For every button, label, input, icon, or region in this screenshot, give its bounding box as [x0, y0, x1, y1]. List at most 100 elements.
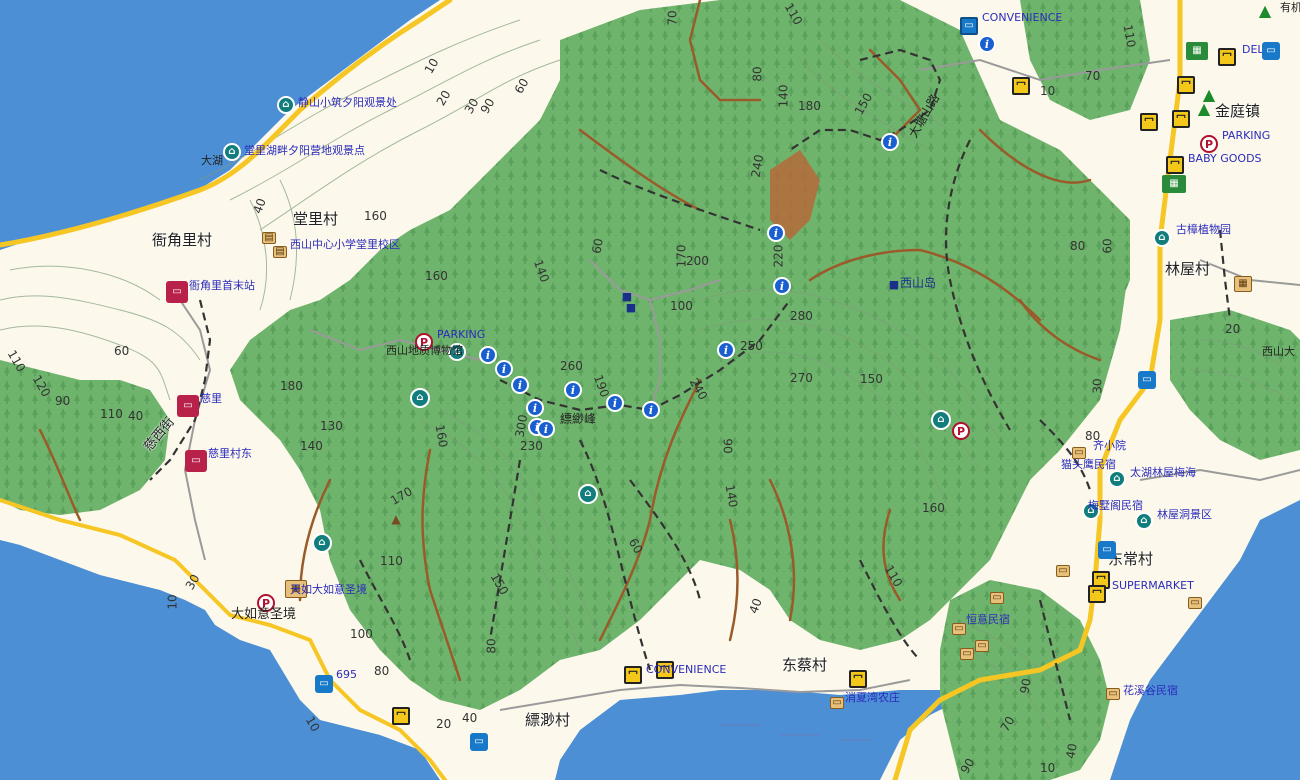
contour-label: 80: [750, 66, 765, 82]
poi-label: PARKING: [437, 328, 486, 341]
flag-icon: ■: [888, 277, 900, 291]
poi-label: BABY GOODS: [1188, 152, 1262, 165]
convenience-icon[interactable]: 冖: [849, 670, 867, 688]
poi-label: 衙角里首末站: [189, 279, 255, 292]
convenience-icon[interactable]: 冖: [1012, 77, 1030, 95]
convenience-icon[interactable]: 冖: [392, 707, 410, 725]
museum-icon[interactable]: ⌂: [578, 484, 598, 504]
village-label: 堂里村: [293, 210, 339, 228]
village-label: 金庭镇: [1215, 102, 1261, 120]
contour-label: 60: [114, 344, 130, 358]
info-icon[interactable]: i: [978, 35, 996, 53]
poi-label: 恒意民宿: [966, 613, 1010, 626]
info-icon[interactable]: i: [526, 399, 544, 417]
contour-label: 10: [1040, 84, 1056, 98]
info-icon[interactable]: i: [881, 133, 899, 151]
poi-label: 消夏湾农庄: [845, 691, 900, 704]
museum-icon[interactable]: ⌂: [931, 410, 951, 430]
contour-label: 140: [722, 483, 741, 509]
info-icon[interactable]: i: [767, 224, 785, 242]
contour-label: 70: [665, 10, 680, 26]
contour-label: 90: [1017, 677, 1034, 695]
parking-icon[interactable]: P: [952, 422, 970, 440]
homestay-icon: ▭: [1106, 688, 1120, 700]
museum-icon[interactable]: ⌂: [1108, 470, 1126, 488]
info-icon[interactable]: i: [495, 360, 513, 378]
map-view[interactable]: 10 60 90 40 100 160 140 200 180 170 220 …: [0, 0, 1300, 780]
homestay-icon: ▭: [952, 623, 966, 635]
poi-label: PARKING: [1222, 129, 1271, 142]
contour-label: 130: [320, 419, 343, 433]
museum-icon[interactable]: ⌂: [1135, 512, 1153, 530]
museum-icon[interactable]: ⌂: [223, 143, 241, 161]
bus-icon[interactable]: ▭: [1138, 371, 1156, 389]
tree-icon: ▲: [1197, 99, 1211, 118]
homestay-icon: ▭: [830, 697, 844, 709]
tree-icon: ▲: [1258, 1, 1272, 20]
contour-label: 90: [720, 438, 735, 454]
contour-label: 10: [1040, 761, 1056, 775]
peak-label: 縹緲峰: [560, 412, 597, 426]
convenience-icon[interactable]: 冖: [1172, 110, 1190, 128]
contour-label: 20: [1225, 322, 1241, 336]
poi-label: 静山小筑夕阳观景处: [298, 96, 397, 109]
village-label: 縹渺村: [525, 711, 571, 729]
bus-icon[interactable]: ▭: [1262, 42, 1280, 60]
peak-icon: ▲: [391, 512, 401, 526]
museum-icon[interactable]: ⌂: [1153, 229, 1171, 247]
museum-icon[interactable]: ⌂: [410, 388, 430, 408]
school-icon[interactable]: ▤: [273, 246, 287, 258]
bus-stop-icon[interactable]: ▭: [177, 395, 199, 417]
flag-icon: ■: [625, 300, 637, 314]
contour-label: 260: [560, 359, 583, 373]
info-icon[interactable]: i: [717, 341, 735, 359]
school-icon[interactable]: ▤: [262, 232, 276, 244]
contour-label: 160: [922, 501, 945, 515]
bus-icon[interactable]: ▭: [315, 675, 333, 693]
poi-label: 慈里村东: [208, 447, 252, 460]
contour-label: 160: [425, 269, 448, 283]
contour-label: 280: [790, 309, 813, 323]
info-icon[interactable]: i: [642, 401, 660, 419]
contour-label: 250: [740, 339, 763, 353]
contour-label: 80: [1070, 239, 1086, 253]
bus-stop-icon[interactable]: ▦: [1162, 175, 1186, 193]
contour-label: 10: [165, 594, 180, 610]
convenience-icon[interactable]: 冖: [1140, 113, 1158, 131]
poi-label: 西山中心小学堂里校区: [290, 238, 400, 251]
museum-icon[interactable]: ⌂: [277, 96, 295, 114]
homestay-icon: ▭: [1188, 597, 1202, 609]
shop-icon[interactable]: 冖: [1166, 156, 1184, 174]
contour-label: 230: [520, 439, 543, 453]
convenience-icon[interactable]: 冖: [1218, 48, 1236, 66]
contour-label: 300: [512, 413, 531, 439]
contour-label: 200: [686, 254, 709, 268]
bus-icon[interactable]: ▭: [470, 733, 488, 751]
contour-label: 80: [374, 664, 390, 678]
poi-label: SUPERMARKET: [1112, 579, 1194, 592]
bus-stop-icon[interactable]: ▦: [1186, 42, 1208, 60]
convenience-icon[interactable]: 冖: [1088, 585, 1106, 603]
contour-label: 150: [860, 372, 883, 386]
contour-label: 140: [776, 84, 791, 108]
info-icon[interactable]: i: [479, 346, 497, 364]
bus-stop-icon[interactable]: ▭: [185, 450, 207, 472]
museum-icon[interactable]: ⌂: [312, 533, 332, 553]
bus-stop-icon[interactable]: ▭: [166, 281, 188, 303]
convenience-icon[interactable]: ▭: [960, 17, 978, 35]
poi-label: 慈里: [200, 392, 222, 405]
info-icon[interactable]: i: [606, 394, 624, 412]
parking-icon[interactable]: P: [1200, 135, 1218, 153]
contour-label: 80: [484, 638, 499, 654]
convenience-icon[interactable]: 冖: [624, 666, 642, 684]
info-icon[interactable]: i: [773, 277, 791, 295]
poi-label: 齐小院: [1093, 439, 1126, 452]
contour-label: 110: [1120, 23, 1139, 49]
bus-icon[interactable]: ▭: [1098, 541, 1116, 559]
contour-label: 40: [128, 409, 144, 423]
convenience-icon[interactable]: 冖: [1177, 76, 1195, 94]
info-icon[interactable]: i: [564, 381, 582, 399]
info-icon[interactable]: i: [537, 420, 555, 438]
village-label: 衙角里村: [152, 231, 213, 249]
info-icon[interactable]: i: [511, 376, 529, 394]
